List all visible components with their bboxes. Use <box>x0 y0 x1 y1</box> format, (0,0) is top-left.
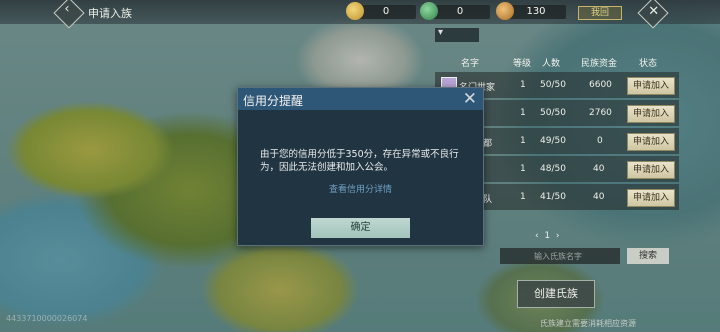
clan-level: 1 <box>520 108 526 118</box>
chevron-left-icon: ‹ <box>64 1 70 17</box>
clan-search-input[interactable]: 输入氏族名字 <box>500 248 620 264</box>
resource-gold: 0 <box>346 2 416 20</box>
resource-gold-value: 0 <box>382 6 390 17</box>
clan-funds: 6600 <box>589 80 612 90</box>
clan-funds: 2760 <box>589 108 612 118</box>
resource-jade-value: 0 <box>456 6 464 17</box>
dialog-title: 信用分提醒 <box>243 94 304 108</box>
page-title: 申请入族 <box>88 7 132 20</box>
user-id-watermark: 4433710000026074 <box>6 314 88 323</box>
apply-join-button[interactable]: 申请加入 <box>627 133 675 151</box>
clan-level: 1 <box>520 136 526 146</box>
column-header-name: 名字 <box>461 59 480 69</box>
clan-level: 1 <box>520 192 526 202</box>
search-placeholder: 输入氏族名字 <box>534 252 582 261</box>
clan-members: 50/50 <box>540 108 566 118</box>
apply-join-button[interactable]: 申请加入 <box>627 105 675 123</box>
apply-join-button[interactable]: 申请加入 <box>627 161 675 179</box>
column-header-members: 人数 <box>542 59 561 69</box>
resource-jade: 0 <box>420 2 490 20</box>
top-bar: ‹ 申请入族 0 0 130 我回 ✕ <box>0 0 720 29</box>
chevron-down-icon: ▾ <box>438 27 444 38</box>
resource-ingot-value: 130 <box>526 6 546 17</box>
hint-text: 氏族建立需要消耗相应资源 <box>540 319 636 328</box>
pagination: ‹ 1 › <box>535 231 559 241</box>
clan-members: 41/50 <box>540 192 566 202</box>
clan-members: 49/50 <box>540 136 566 146</box>
clan-funds: 40 <box>593 192 605 202</box>
filter-dropdown[interactable]: ▾ <box>435 27 479 42</box>
table-header: 名字 等级 人数 民族资金 状态 <box>435 56 679 70</box>
column-header-funds: 民族资金 <box>581 59 618 69</box>
column-header-level: 等级 <box>513 59 532 69</box>
apply-join-button[interactable]: 申请加入 <box>627 77 675 95</box>
dialog-message: 由于您的信用分低于350分，存在异常或不良行为，因此无法创建和加入公会。 <box>260 149 459 173</box>
clan-level: 1 <box>520 80 526 90</box>
create-clan-button[interactable]: 创建氏族 <box>517 280 595 308</box>
search-button[interactable]: 搜索 <box>627 248 669 264</box>
close-icon: ✕ <box>648 4 660 20</box>
next-page-icon[interactable]: › <box>556 231 560 241</box>
dialog-header: 信用分提醒 ✕ <box>238 88 483 110</box>
clan-funds: 40 <box>593 164 605 174</box>
credit-score-dialog: 信用分提醒 ✕ 由于您的信用分低于350分，存在异常或不良行为，因此无法创建和加… <box>237 87 484 246</box>
page-number: 1 <box>544 231 551 241</box>
clan-name: 队 <box>483 195 493 205</box>
clan-members: 48/50 <box>540 164 566 174</box>
column-header-status: 状态 <box>639 59 658 69</box>
apply-join-button[interactable]: 申请加入 <box>627 189 675 207</box>
prev-page-icon[interactable]: ‹ <box>535 231 539 241</box>
clan-level: 1 <box>520 164 526 174</box>
return-button[interactable]: 我回 <box>578 6 622 20</box>
clan-name: 都 <box>483 139 493 149</box>
resource-ingot: 130 <box>496 2 566 20</box>
clan-members: 50/50 <box>540 80 566 90</box>
clan-funds: 0 <box>597 136 603 146</box>
credit-details-link[interactable]: 查看信用分详情 <box>238 182 483 195</box>
confirm-button[interactable]: 确定 <box>311 218 410 238</box>
close-icon[interactable]: ✕ <box>463 89 477 109</box>
